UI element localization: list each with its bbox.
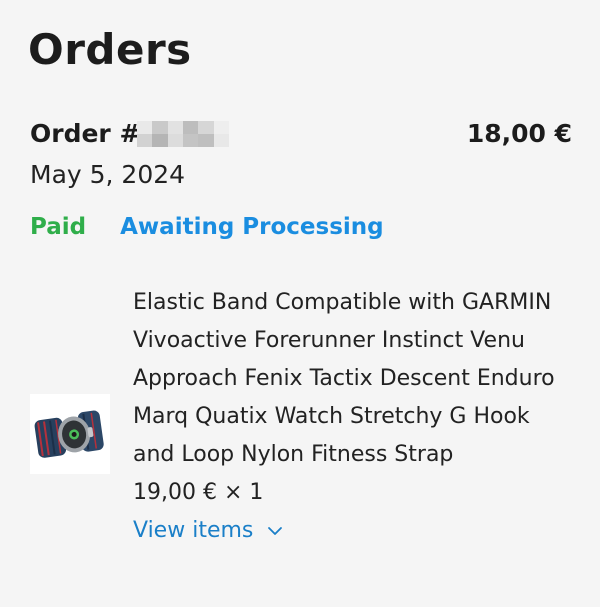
order-date: May 5, 2024: [30, 160, 186, 189]
order-header: Order # 18,00 €: [30, 116, 572, 152]
payment-status-badge: Paid: [30, 214, 87, 240]
watch-strap-image[interactable]: [30, 394, 110, 474]
order-status-row: Paid Awaiting Processing: [30, 212, 384, 242]
item-name[interactable]: Elastic Band Compatible with GARMIN Vivo…: [133, 284, 573, 474]
item-price-quantity: 19,00 € × 1: [133, 480, 264, 505]
order-number-label: Order #: [30, 119, 141, 148]
order-item-details: Elastic Band Compatible with GARMIN Vivo…: [133, 284, 573, 550]
chevron-down-icon: [268, 527, 283, 535]
fulfillment-status-badge: Awaiting Processing: [120, 214, 384, 240]
order-total: 18,00 €: [466, 119, 572, 148]
view-items-label: View items: [133, 518, 254, 543]
page-title: Orders: [28, 25, 192, 74]
view-items-link[interactable]: View items: [133, 512, 283, 550]
watch-strap-illustration: [30, 394, 110, 474]
order-number-redacted: [137, 121, 229, 147]
orders-page: Orders Order # 18,00 € May 5, 2024 Paid …: [0, 0, 600, 607]
